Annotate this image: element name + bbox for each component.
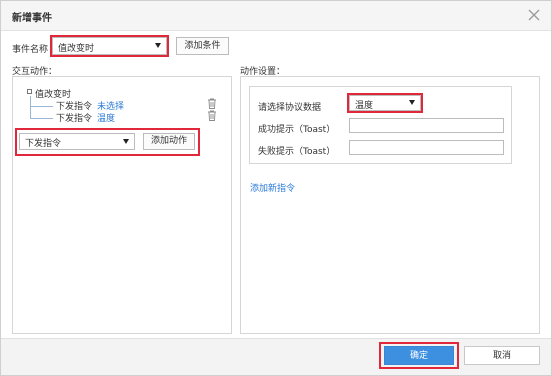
tree-connector xyxy=(30,96,31,118)
tree-item-action[interactable]: 下发指令 xyxy=(56,111,92,124)
protocol-select-value: 温度 xyxy=(355,101,374,111)
event-name-select[interactable]: 值改变时 xyxy=(50,35,169,57)
protocol-select[interactable]: 温度 xyxy=(347,93,423,113)
tree-item-value[interactable]: 温度 xyxy=(97,111,115,124)
dialog-title: 新增事件 xyxy=(12,13,52,24)
tree-collapse-icon[interactable] xyxy=(27,89,32,94)
add-command-link[interactable]: 添加新指令 xyxy=(250,181,295,194)
event-name-label: 事件名称 xyxy=(12,45,49,55)
fail-toast-input[interactable] xyxy=(349,140,504,155)
close-icon[interactable] xyxy=(527,8,541,22)
dialog-title-bar xyxy=(1,1,551,31)
tree-connector xyxy=(30,106,53,107)
cancel-button[interactable]: 取消 xyxy=(464,346,540,365)
add-condition-button[interactable]: 添加条件 xyxy=(176,37,229,55)
chevron-down-icon xyxy=(123,139,129,144)
chevron-down-icon xyxy=(409,100,415,105)
tree-connector xyxy=(30,118,53,119)
fail-toast-label: 失败提示（Toast） xyxy=(258,147,336,157)
trash-icon[interactable] xyxy=(207,110,217,121)
chevron-down-icon xyxy=(155,43,161,48)
ok-button[interactable]: 确定 xyxy=(384,346,454,365)
event-name-value: 值改变时 xyxy=(58,44,95,54)
success-toast-label: 成功提示（Toast） xyxy=(258,125,336,135)
success-toast-input[interactable] xyxy=(349,118,504,133)
action-select-value: 下发指令 xyxy=(25,139,62,149)
add-action-button[interactable]: 添加动作 xyxy=(143,133,195,150)
interaction-panel xyxy=(12,76,232,334)
protocol-label: 请选择协议数据 xyxy=(258,103,322,113)
action-select[interactable]: 下发指令 xyxy=(19,133,135,150)
trash-icon[interactable] xyxy=(207,98,217,109)
